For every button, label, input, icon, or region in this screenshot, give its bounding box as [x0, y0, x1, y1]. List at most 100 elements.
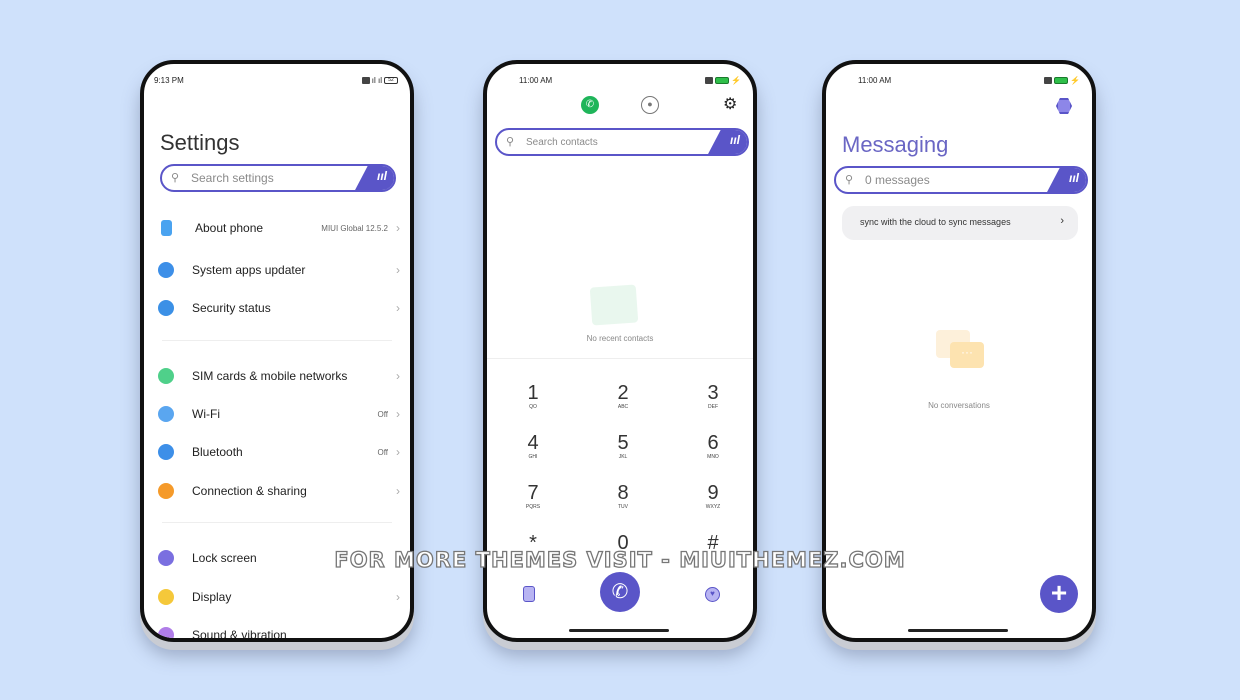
chevron-right-icon: ›	[396, 369, 400, 383]
status-time: 11:00 AM	[858, 76, 892, 85]
dial-key-7[interactable]: 7 PQRS	[503, 482, 563, 510]
sim-icon	[1044, 77, 1053, 84]
signal-icon: ıl ıl	[371, 76, 382, 85]
brand-badge-icon: ııl	[354, 166, 394, 190]
settings-item[interactable]: System apps updater ›	[158, 258, 400, 282]
key-letters: ABC	[617, 404, 629, 410]
chevron-right-icon: ›	[396, 484, 400, 498]
empty-contacts-icon	[589, 284, 639, 326]
home-indicator[interactable]	[569, 629, 669, 632]
search-placeholder: Search contacts	[526, 137, 598, 148]
key-letters: QO	[529, 404, 537, 410]
sound-icon	[158, 627, 174, 638]
key-letters: GHI	[528, 454, 538, 460]
chat-bubble-icon: ···	[950, 342, 984, 368]
settings-hex-icon[interactable]	[1056, 98, 1072, 114]
phone-tab-icon[interactable]: ✆	[581, 96, 599, 114]
item-label: Connection & sharing	[192, 484, 307, 498]
settings-item[interactable]: Connection & sharing ›	[158, 479, 400, 503]
chevron-right-icon: ›	[1060, 215, 1064, 227]
wifi-icon	[158, 406, 174, 422]
item-label: Display	[192, 590, 232, 604]
chevron-right-icon: ›	[396, 263, 400, 277]
item-value: MIUI Global 12.5.2	[321, 223, 388, 233]
dial-key-5[interactable]: 5 JKL	[593, 432, 653, 460]
key-digit: 9	[707, 482, 719, 504]
status-bar: 9:13 PM ıl ıl 52	[154, 76, 398, 85]
empty-message: No conversations	[928, 401, 990, 410]
dial-key-4[interactable]: 4 GHI	[503, 432, 563, 460]
divider	[162, 340, 392, 341]
bluetooth-icon	[158, 444, 174, 460]
key-digit: 6	[707, 432, 719, 454]
brand-badge-icon: ııl	[1046, 168, 1086, 192]
dial-key-8[interactable]: 8 TUV	[593, 482, 653, 510]
item-label: Security status	[192, 301, 271, 315]
item-label: Wi-Fi	[192, 407, 220, 421]
dial-key-1[interactable]: 1 QO	[503, 382, 563, 410]
search-icon: ⚲	[506, 136, 515, 148]
new-message-button[interactable]: +	[1040, 575, 1078, 613]
call-button[interactable]: ✆	[600, 572, 640, 612]
settings-item[interactable]: Security status ›	[158, 296, 400, 320]
chevron-right-icon: ›	[396, 590, 400, 604]
search-icon: ⚲	[845, 174, 854, 186]
settings-item[interactable]: Sound & vibration ›	[158, 623, 400, 642]
divider	[487, 358, 753, 359]
settings-gear-icon[interactable]: ⚙	[723, 94, 737, 114]
settings-item[interactable]: Display ›	[158, 585, 400, 609]
sync-banner-text: sync with the cloud to sync messages	[860, 217, 1011, 227]
dial-key-9[interactable]: 9 WXYZ	[683, 482, 743, 510]
cloud-sync-banner[interactable]: sync with the cloud to sync messages ›	[842, 206, 1078, 240]
battery-icon	[1054, 77, 1069, 84]
sim-icon	[361, 77, 370, 84]
battery-icon	[715, 77, 730, 84]
key-digit: 5	[617, 432, 629, 454]
key-letters: JKL	[618, 454, 628, 460]
settings-item[interactable]: About phone MIUI Global 12.5.2 ›	[158, 216, 400, 240]
search-input[interactable]: ⚲ Search contacts ııl	[495, 128, 749, 156]
battery-icon: 52	[384, 77, 398, 84]
call-log-icon[interactable]	[523, 586, 535, 602]
key-digit: 4	[527, 432, 539, 454]
sim-icon	[705, 77, 714, 84]
item-label: SIM cards & mobile networks	[192, 369, 348, 383]
chevron-right-icon: ›	[396, 301, 400, 315]
item-value: Off	[377, 447, 388, 457]
item-label: System apps updater	[192, 263, 306, 277]
contacts-tab-icon[interactable]: ●	[641, 96, 659, 114]
home-indicator[interactable]	[908, 629, 1008, 632]
key-digit: 3	[707, 382, 719, 404]
arrow-up-icon	[158, 262, 174, 278]
settings-item[interactable]: Wi-Fi Off ›	[158, 402, 400, 426]
item-label: Bluetooth	[192, 445, 243, 459]
watermark: FOR MORE THEMES VISIT - MIUITHEMEZ.COM	[334, 547, 906, 572]
item-label: Sound & vibration	[192, 628, 287, 642]
dial-key-3[interactable]: 3 DEF	[683, 382, 743, 410]
connection-icon	[158, 483, 174, 499]
settings-item[interactable]: SIM cards & mobile networks ›	[158, 364, 400, 388]
favorites-icon[interactable]: ♥	[705, 587, 720, 602]
settings-item[interactable]: Bluetooth Off ›	[158, 440, 400, 464]
dial-key-2[interactable]: 2 ABC	[593, 382, 653, 410]
status-time: 11:00 AM	[519, 76, 553, 85]
search-placeholder: 0 messages	[865, 173, 930, 187]
divider	[162, 522, 392, 523]
status-bar: 11:00 AM ⚡	[858, 76, 1080, 85]
search-input[interactable]: ⚲ Search settings ııl	[160, 164, 396, 192]
key-letters: WXYZ	[705, 504, 721, 510]
search-input[interactable]: ⚲ 0 messages ııl	[834, 166, 1088, 194]
key-letters: PQRS	[525, 504, 541, 510]
key-letters: TUV	[618, 504, 628, 510]
phone-icon	[161, 220, 172, 236]
key-digit: 2	[617, 382, 629, 404]
chevron-right-icon: ›	[396, 445, 400, 459]
dial-key-6[interactable]: 6 MNO	[683, 432, 743, 460]
item-value: Off	[377, 409, 388, 419]
sim-icon	[158, 368, 174, 384]
status-time: 9:13 PM	[154, 76, 184, 85]
chevron-right-icon: ›	[396, 628, 400, 642]
chevron-right-icon: ›	[396, 407, 400, 421]
key-digit: 1	[527, 382, 539, 404]
key-letters: DEF	[708, 404, 718, 410]
